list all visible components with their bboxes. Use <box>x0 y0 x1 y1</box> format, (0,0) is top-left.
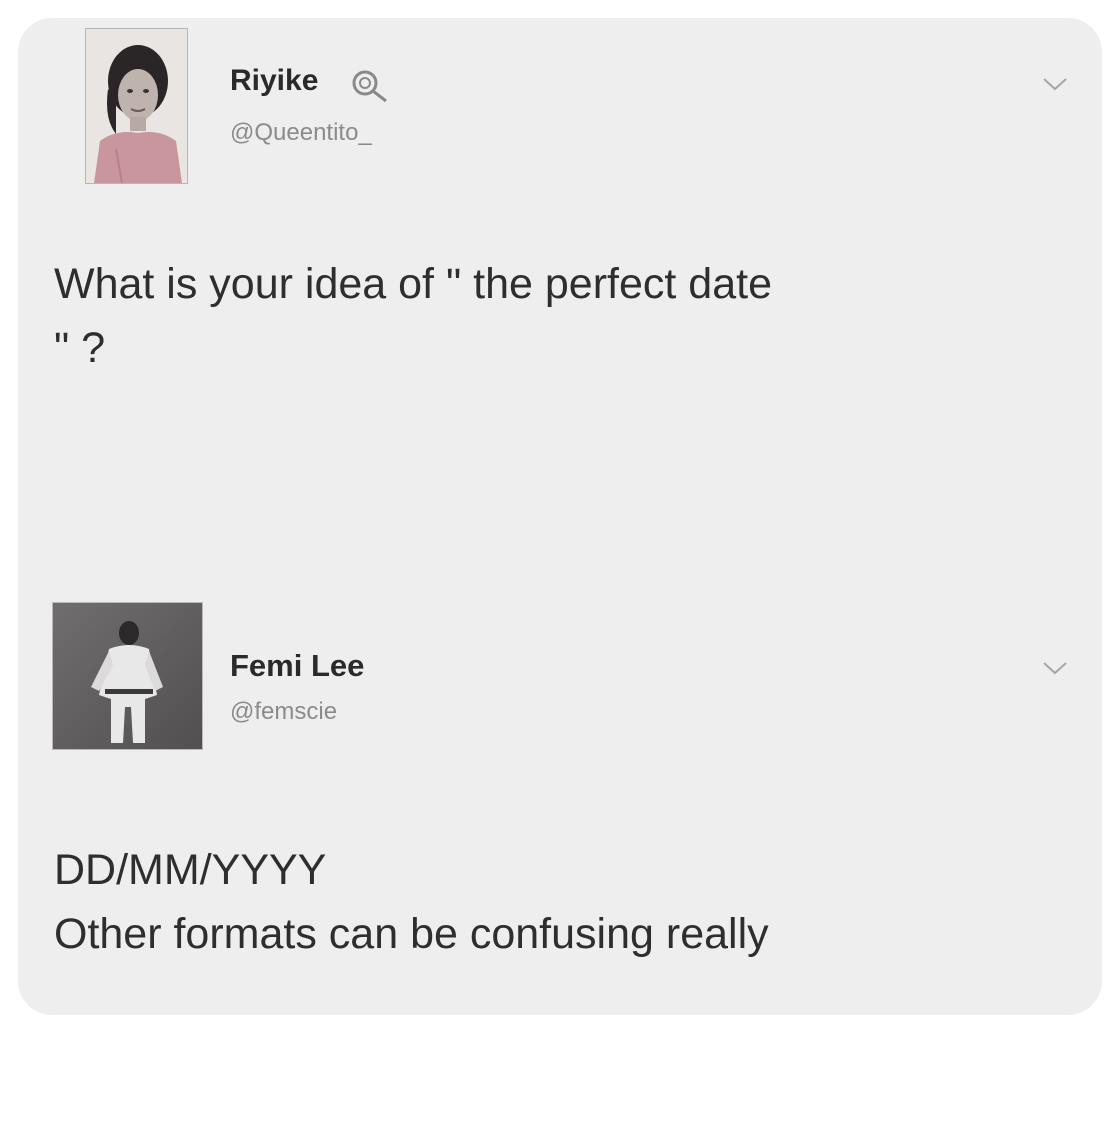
tweet-text-line: DD/MM/YYYY <box>54 846 327 894</box>
avatar[interactable] <box>52 602 203 750</box>
display-name[interactable]: Riyike <box>230 64 318 98</box>
tweet-text-line: What is your idea of " the perfect date <box>54 260 772 308</box>
tweet-screenshot-card: Riyike @Queentito_ What is your idea of … <box>18 18 1102 1015</box>
avatar-portrait-image <box>86 29 187 183</box>
user-handle[interactable]: @femscie <box>230 698 337 726</box>
user-handle[interactable]: @Queentito_ <box>230 119 372 147</box>
chevron-down-icon[interactable] <box>1040 74 1070 94</box>
magnifier-badge-icon <box>352 70 387 103</box>
tweet-text-line: " ? <box>54 324 106 372</box>
tweet-text: What is your idea of " the perfect date … <box>54 252 1074 380</box>
display-name[interactable]: Femi Lee <box>230 648 364 684</box>
avatar[interactable] <box>85 28 188 184</box>
avatar-portrait-image <box>53 603 202 749</box>
tweet-text-line: Other formats can be confusing really <box>54 910 769 958</box>
chevron-down-icon[interactable] <box>1040 658 1070 678</box>
